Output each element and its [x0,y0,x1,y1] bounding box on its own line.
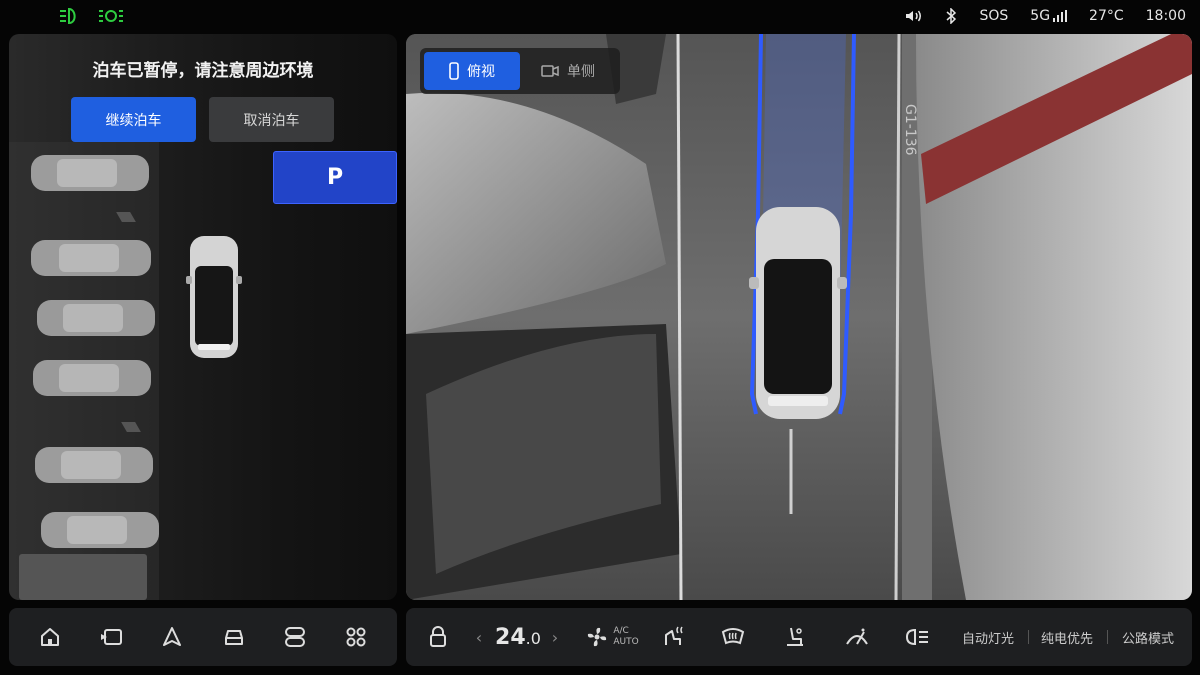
continue-parking-button[interactable]: 继续泊车 [71,97,196,142]
auto-label: AUTO [613,637,639,647]
home-icon[interactable] [30,617,70,657]
parked-car [33,360,151,396]
fan-ac-auto-button[interactable]: A/C AUTO [582,608,642,666]
bottom-nav-bar [9,608,397,666]
lock-icon[interactable] [424,608,452,666]
ev-priority-button[interactable]: 纯电优先 [1034,608,1100,666]
parking-light-icon [99,10,123,22]
signal-icon [1053,10,1068,22]
bluetooth-icon[interactable] [945,8,957,24]
divider [1107,630,1108,644]
divider [1028,630,1029,644]
ego-vehicle [186,236,242,358]
parked-car [41,512,159,548]
auto-lights-button[interactable]: 自动灯光 [954,608,1022,666]
seat-heat-icon[interactable] [658,608,688,666]
road-mode-button[interactable]: 公路模式 [1114,608,1182,666]
apps-grid-icon[interactable] [336,617,376,657]
low-beam-icon [60,7,76,25]
temperature-decrease-button[interactable]: ‹ [472,608,486,666]
headlight-icon[interactable] [902,608,932,666]
tab-top-view-label: 俯视 [467,64,495,80]
front-defrost-icon[interactable] [718,608,748,666]
parked-car [37,300,155,336]
network-indicator: 5G [1030,8,1068,24]
temperature-decimal: .0 [525,628,541,648]
toggle-icon[interactable] [275,617,315,657]
navigation-icon[interactable] [152,617,192,657]
temperature-increase-button[interactable]: › [548,608,562,666]
climate-control-bar: ‹ 24.0 › A/C AUTO 自动灯光 纯电优先 公路模式 [406,608,1192,666]
parking-paused-message: 泊车已暂停，请注意周边环境 [92,61,314,81]
temperature-display: 24.0 [492,608,544,666]
empty-slot [19,554,147,600]
ac-label: A/C [613,626,629,636]
parking-map-panel: 泊车已暂停，请注意周边环境 继续泊车 取消泊车 P [9,34,397,600]
phone-icon [449,62,459,80]
parked-car [31,155,149,191]
camera-feed: G1-136 [406,34,1192,600]
surround-camera-view: G1-136 俯视 单侧 [406,34,1192,600]
status-bar: SOS 5G 27°C 18:00 [0,0,1200,32]
pillar-label: G1-136 [902,104,918,156]
camera-view-toggle: 俯视 单侧 [420,48,620,94]
media-icon[interactable] [91,617,131,657]
fan-icon [588,627,607,647]
outside-temperature: 27°C [1089,8,1124,24]
target-parking-slot[interactable]: P [273,151,397,204]
car-icon[interactable] [214,617,254,657]
camera-icon [541,65,559,77]
tab-side-view-label: 单侧 [567,64,595,80]
parked-car [31,240,151,276]
seat-icon[interactable] [780,608,810,666]
cancel-parking-button[interactable]: 取消泊车 [209,97,334,142]
volume-icon[interactable] [905,9,923,23]
parked-car [35,447,153,483]
sos-label[interactable]: SOS [979,8,1008,24]
clock: 18:00 [1145,8,1186,24]
tab-top-view[interactable]: 俯视 [424,52,520,90]
wiper-icon[interactable] [842,608,872,666]
tab-side-view[interactable]: 单侧 [520,52,616,90]
temperature-value: 24 [495,624,526,650]
network-label: 5G [1030,8,1051,24]
ac-auto-label: A/C AUTO [613,626,638,648]
